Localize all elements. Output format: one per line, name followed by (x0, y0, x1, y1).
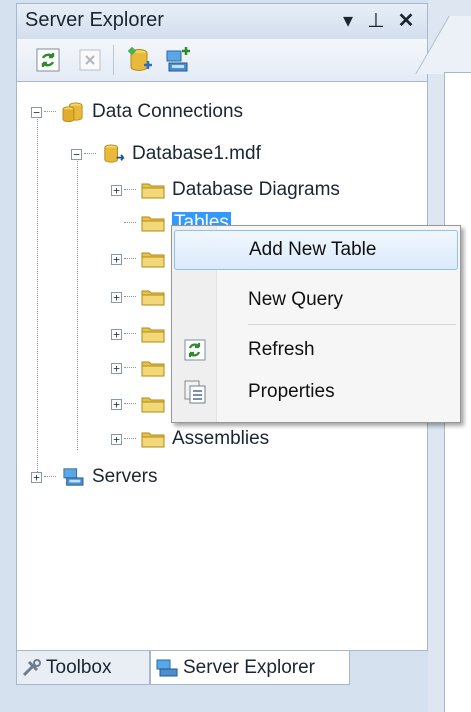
tree-label: Assemblies (172, 428, 270, 449)
tree-label: Database Diagrams (172, 179, 340, 200)
data-connections-icon (62, 102, 83, 122)
tree-connector (124, 296, 136, 298)
menu-item-label: Properties (248, 381, 335, 402)
folder-icon (141, 252, 165, 268)
connect-to-server-icon[interactable] (163, 47, 190, 73)
server-explorer-icon (156, 659, 178, 676)
tree-connector (124, 222, 136, 224)
toolbar-separator (113, 45, 114, 75)
close-icon[interactable]: ✕ (393, 6, 419, 36)
menu-item-label: Add New Table (249, 239, 377, 260)
panel-title: Server Explorer (25, 9, 164, 31)
tree-connector (124, 258, 136, 260)
menu-item-refresh[interactable]: Refresh (174, 330, 458, 370)
tab-label: Toolbox (46, 656, 112, 678)
expand-toggle-icon[interactable]: + (111, 291, 122, 303)
tree-node-database-diagrams[interactable]: + Database Diagrams (111, 174, 340, 206)
panel-tab-strip: Toolbox Server Explorer (16, 651, 428, 712)
tree-node-servers[interactable]: + Servers (31, 461, 157, 493)
tree-node-database[interactable]: − Database1.mdf (71, 138, 261, 170)
database-icon (104, 144, 125, 163)
tree-connector (124, 438, 136, 440)
tree-connector (44, 111, 56, 113)
collapse-toggle-icon[interactable]: − (31, 106, 42, 118)
auto-hide-pin-icon[interactable]: ⊥ (363, 6, 389, 36)
refresh-icon (184, 339, 206, 361)
expand-toggle-icon[interactable]: + (111, 253, 122, 265)
expand-toggle-icon[interactable]: + (111, 328, 122, 340)
tree-guide-line (77, 158, 78, 450)
collapse-toggle-icon[interactable]: − (71, 148, 82, 160)
menu-separator (248, 324, 456, 325)
folder-icon (141, 216, 165, 232)
properties-icon (184, 380, 206, 404)
folder-icon (141, 397, 165, 413)
folder-icon (141, 290, 165, 306)
tree-node-data-connections[interactable]: − Data Connections (31, 96, 243, 128)
tab-label: Server Explorer (183, 656, 315, 678)
tree-label: Database1.mdf (132, 143, 261, 164)
context-menu: Add New Table New Query Refresh Properti… (171, 225, 461, 423)
expand-toggle-icon[interactable]: + (31, 471, 42, 483)
expand-toggle-icon[interactable]: + (111, 433, 122, 445)
tree-connector (124, 189, 136, 191)
tree-label: Servers (92, 466, 158, 487)
expand-toggle-icon[interactable]: + (111, 398, 122, 410)
tree-connector (124, 367, 136, 369)
folder-icon (141, 432, 165, 448)
tree-connector (84, 153, 96, 155)
menu-item-label: New Query (248, 289, 344, 310)
tree-node-folder[interactable]: + (111, 388, 172, 420)
menu-item-add-new-table[interactable]: Add New Table (174, 230, 458, 270)
stop-icon[interactable] (77, 47, 103, 73)
folder-icon (141, 361, 165, 377)
expand-toggle-icon[interactable]: + (111, 184, 122, 196)
expand-toggle-icon[interactable]: + (111, 362, 122, 374)
tree-connector (124, 403, 136, 405)
tab-server-explorer[interactable]: Server Explorer (150, 651, 350, 685)
tree-connector (124, 333, 136, 335)
panel-titlebar: Server Explorer ▾ ⊥ ✕ (16, 3, 428, 39)
tree-guide-line (37, 112, 38, 482)
menu-item-properties[interactable]: Properties (174, 372, 458, 412)
tree-node-folder[interactable]: + (111, 352, 172, 384)
refresh-icon[interactable] (35, 47, 61, 73)
folder-icon (141, 327, 165, 343)
connect-to-database-icon[interactable] (125, 46, 152, 73)
tree-node-folder[interactable]: + (111, 318, 172, 350)
menu-item-new-query[interactable]: New Query (174, 280, 458, 320)
servers-icon (63, 468, 84, 486)
folder-icon (141, 183, 165, 199)
menu-item-label: Refresh (248, 339, 315, 360)
panel-toolbar (16, 39, 428, 81)
tree-node-folder[interactable]: + (111, 281, 172, 313)
tree-connector (44, 476, 56, 478)
window-position-dropdown-icon[interactable]: ▾ (335, 6, 361, 36)
tree-node-folder[interactable]: + (111, 243, 172, 275)
toolbox-icon (22, 658, 41, 676)
tab-toolbox[interactable]: Toolbox (16, 651, 150, 685)
tree-node-assemblies[interactable]: + Assemblies (111, 423, 269, 455)
tree-label: Data Connections (92, 101, 244, 122)
